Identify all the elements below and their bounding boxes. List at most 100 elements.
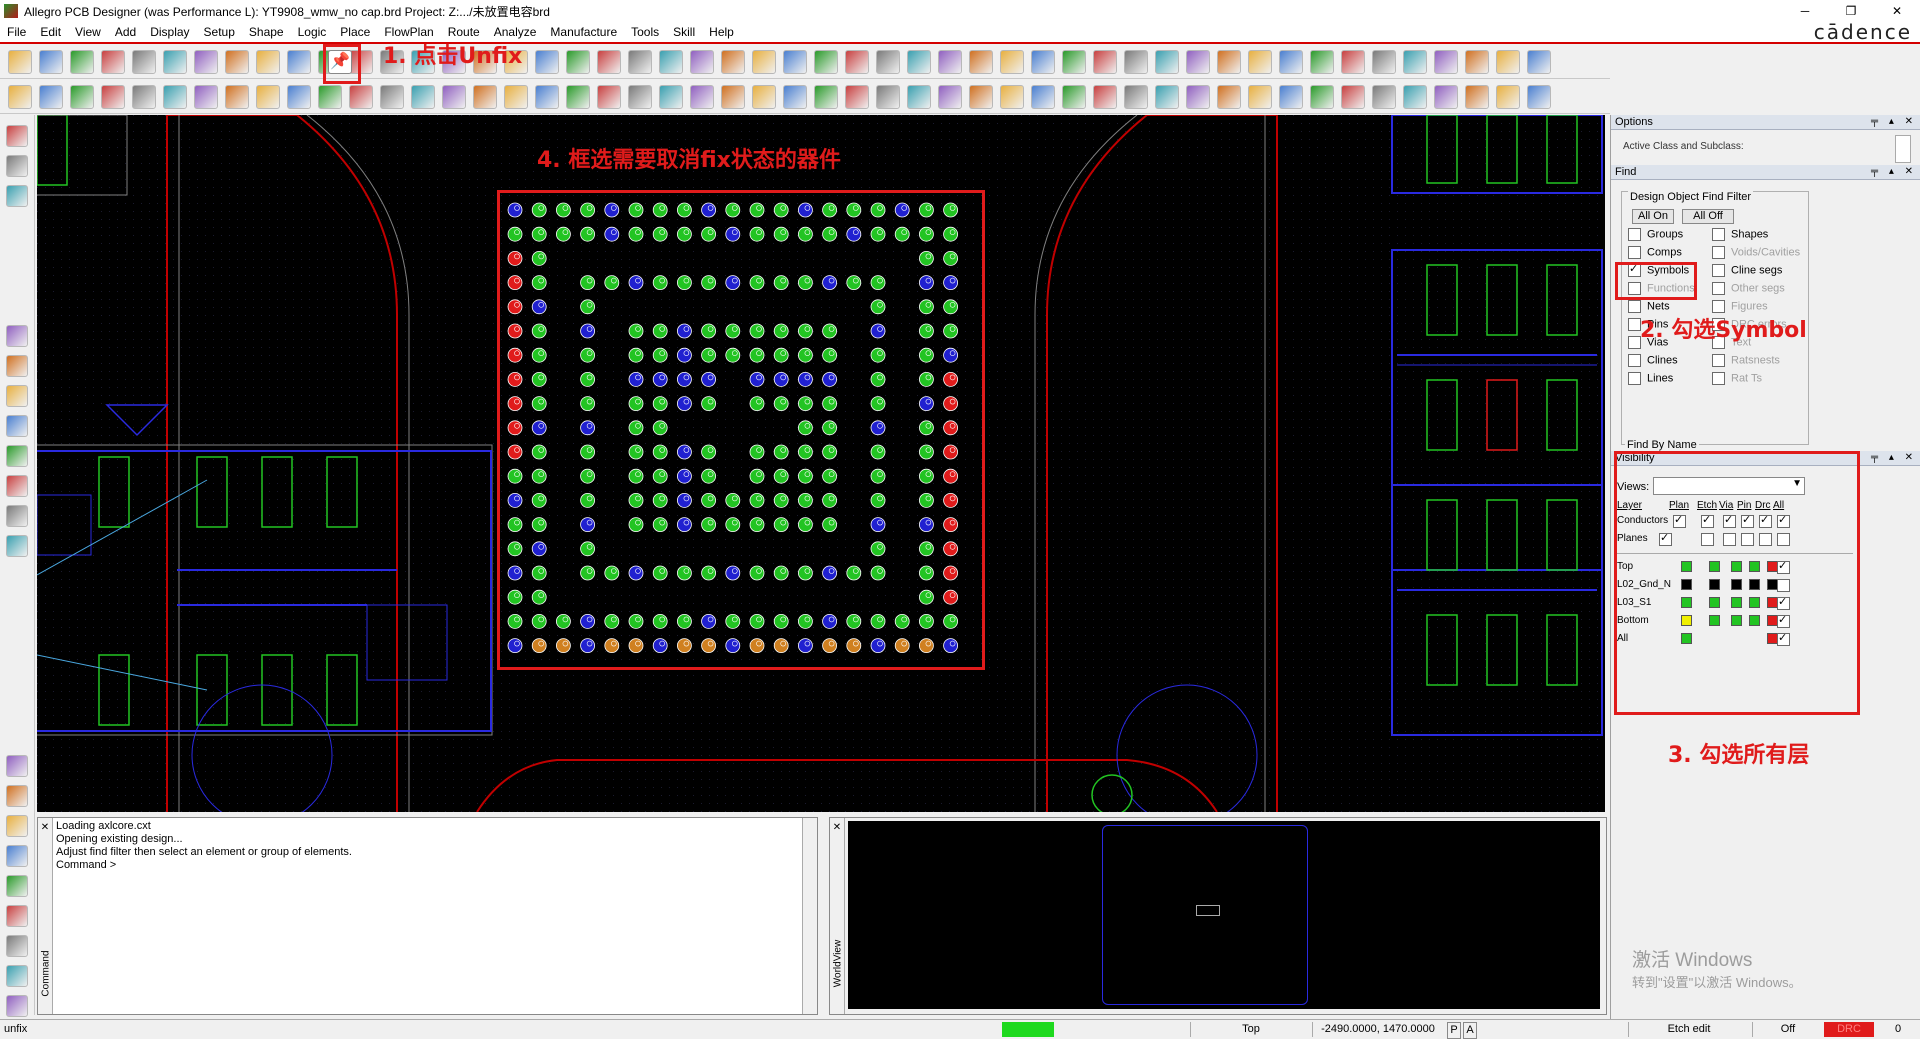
toolbar-tool-icon[interactable] bbox=[1000, 85, 1024, 109]
options-scrollbar[interactable] bbox=[1895, 135, 1911, 163]
toolbar-tool-icon[interactable] bbox=[225, 85, 249, 109]
toolbar-tool-icon[interactable] bbox=[1341, 85, 1365, 109]
toolbar-tool-icon[interactable] bbox=[938, 85, 962, 109]
right-filter-shapes[interactable]: Shapes bbox=[1712, 228, 1768, 241]
toolbar-tool-icon[interactable] bbox=[535, 50, 559, 74]
toolbar-tool-icon[interactable] bbox=[411, 85, 435, 109]
toolbar-tool-icon[interactable] bbox=[70, 85, 94, 109]
right-filter-ratsnests[interactable]: Ratsnests bbox=[1712, 354, 1780, 367]
toolbar-tool-icon[interactable] bbox=[597, 85, 621, 109]
toolbar-tool-icon[interactable] bbox=[845, 85, 869, 109]
menu-flowplan[interactable]: FlowPlan bbox=[377, 25, 440, 39]
toolbar-tool-icon[interactable] bbox=[1093, 85, 1117, 109]
toolbar-tool-icon[interactable] bbox=[1093, 50, 1117, 74]
toolbar-tool-icon[interactable] bbox=[70, 50, 94, 74]
toolbar-tool-icon[interactable] bbox=[814, 50, 838, 74]
checkbox[interactable] bbox=[1712, 264, 1725, 277]
left-tool-icon[interactable] bbox=[6, 785, 28, 807]
checkbox[interactable] bbox=[1712, 282, 1725, 295]
console-scrollbar[interactable] bbox=[802, 818, 817, 1014]
left-tool-icon[interactable] bbox=[6, 415, 28, 437]
toolbar-tool-icon[interactable] bbox=[1403, 85, 1427, 109]
toolbar-tool-icon[interactable] bbox=[225, 50, 249, 74]
checkbox[interactable] bbox=[1712, 354, 1725, 367]
all-on-button[interactable]: All On bbox=[1632, 209, 1674, 224]
checkbox[interactable] bbox=[1712, 372, 1725, 385]
checkbox[interactable] bbox=[1628, 228, 1641, 241]
menu-manufacture[interactable]: Manufacture bbox=[543, 25, 624, 39]
left-tool-icon[interactable] bbox=[6, 505, 28, 527]
toolbar-tool-icon[interactable] bbox=[256, 50, 280, 74]
toolbar-tool-icon[interactable] bbox=[814, 85, 838, 109]
left-tool-icon[interactable] bbox=[6, 185, 28, 207]
toolbar-tool-icon[interactable] bbox=[845, 50, 869, 74]
toolbar-tool-icon[interactable] bbox=[721, 50, 745, 74]
toolbar-tool-icon[interactable] bbox=[783, 85, 807, 109]
left-tool-icon[interactable] bbox=[6, 755, 28, 777]
toolbar-tool-icon[interactable] bbox=[721, 85, 745, 109]
toolbar-tool-icon[interactable] bbox=[349, 85, 373, 109]
toolbar-tool-icon[interactable] bbox=[1124, 85, 1148, 109]
toolbar-tool-icon[interactable] bbox=[1031, 50, 1055, 74]
toolbar-tool-icon[interactable] bbox=[194, 50, 218, 74]
toolbar-tool-icon[interactable] bbox=[1434, 50, 1458, 74]
right-filter-voids-cavities[interactable]: Voids/Cavities bbox=[1712, 246, 1800, 259]
menu-view[interactable]: View bbox=[68, 25, 108, 39]
checkbox[interactable] bbox=[1712, 246, 1725, 259]
toolbar-tool-icon[interactable] bbox=[876, 50, 900, 74]
toolbar-tool-icon[interactable] bbox=[1527, 50, 1551, 74]
toolbar-tool-icon[interactable] bbox=[380, 85, 404, 109]
left-tool-icon[interactable] bbox=[6, 155, 28, 177]
toolbar-tool-icon[interactable] bbox=[1310, 85, 1334, 109]
menu-add[interactable]: Add bbox=[108, 25, 143, 39]
console-output[interactable]: Loading axlcore.cxt Opening existing des… bbox=[56, 820, 352, 872]
toolbar-tool-icon[interactable] bbox=[256, 85, 280, 109]
left-tool-icon[interactable] bbox=[6, 535, 28, 557]
checkbox[interactable] bbox=[1628, 354, 1641, 367]
left-tool-icon[interactable] bbox=[6, 995, 28, 1017]
left-tool-icon[interactable] bbox=[6, 845, 28, 867]
menu-analyze[interactable]: Analyze bbox=[487, 25, 544, 39]
menu-shape[interactable]: Shape bbox=[242, 25, 291, 39]
panel-controls-icon[interactable]: ╤ ▴ ✕ bbox=[1871, 451, 1917, 465]
toolbar-tool-icon[interactable] bbox=[1155, 50, 1179, 74]
toolbar-tool-icon[interactable] bbox=[287, 50, 311, 74]
toolbar-tool-icon[interactable] bbox=[1403, 50, 1427, 74]
left-tool-icon[interactable] bbox=[6, 125, 28, 147]
right-filter-other-segs[interactable]: Other segs bbox=[1712, 282, 1785, 295]
toolbar-tool-icon[interactable] bbox=[132, 50, 156, 74]
toolbar-tool-icon[interactable] bbox=[752, 50, 776, 74]
toolbar-tool-icon[interactable] bbox=[938, 50, 962, 74]
toolbar-tool-icon[interactable] bbox=[1000, 50, 1024, 74]
toolbar-tool-icon[interactable] bbox=[969, 50, 993, 74]
left-tool-icon[interactable] bbox=[6, 475, 28, 497]
right-filter-rat-ts[interactable]: Rat Ts bbox=[1712, 372, 1762, 385]
left-filter-clines[interactable]: Clines bbox=[1628, 354, 1678, 367]
status-a-button[interactable]: A bbox=[1463, 1022, 1477, 1039]
toolbar-tool-icon[interactable] bbox=[969, 85, 993, 109]
left-tool-icon[interactable] bbox=[6, 445, 28, 467]
left-tool-icon[interactable] bbox=[6, 875, 28, 897]
toolbar-tool-icon[interactable] bbox=[318, 85, 342, 109]
menu-help[interactable]: Help bbox=[702, 25, 741, 39]
toolbar-tool-icon[interactable] bbox=[194, 85, 218, 109]
toolbar-tool-icon[interactable] bbox=[1279, 50, 1303, 74]
toolbar-tool-icon[interactable] bbox=[1465, 85, 1489, 109]
toolbar-tool-icon[interactable] bbox=[1372, 50, 1396, 74]
left-tool-icon[interactable] bbox=[6, 385, 28, 407]
close-icon[interactable]: ✕ bbox=[830, 822, 844, 833]
checkbox[interactable] bbox=[1712, 228, 1725, 241]
toolbar-tool-icon[interactable] bbox=[690, 85, 714, 109]
toolbar-tool-icon[interactable] bbox=[1310, 50, 1334, 74]
restore-button[interactable]: ❐ bbox=[1828, 0, 1874, 22]
left-filter-comps[interactable]: Comps bbox=[1628, 246, 1682, 259]
toolbar-tool-icon[interactable] bbox=[287, 85, 311, 109]
toolbar-tool-icon[interactable] bbox=[8, 50, 32, 74]
toolbar-tool-icon[interactable] bbox=[473, 85, 497, 109]
worldview-canvas[interactable] bbox=[848, 821, 1600, 1009]
toolbar-tool-icon[interactable] bbox=[690, 50, 714, 74]
toolbar-tool-icon[interactable] bbox=[163, 85, 187, 109]
toolbar-tool-icon[interactable] bbox=[132, 85, 156, 109]
toolbar-tool-icon[interactable] bbox=[907, 85, 931, 109]
toolbar-tool-icon[interactable] bbox=[659, 85, 683, 109]
